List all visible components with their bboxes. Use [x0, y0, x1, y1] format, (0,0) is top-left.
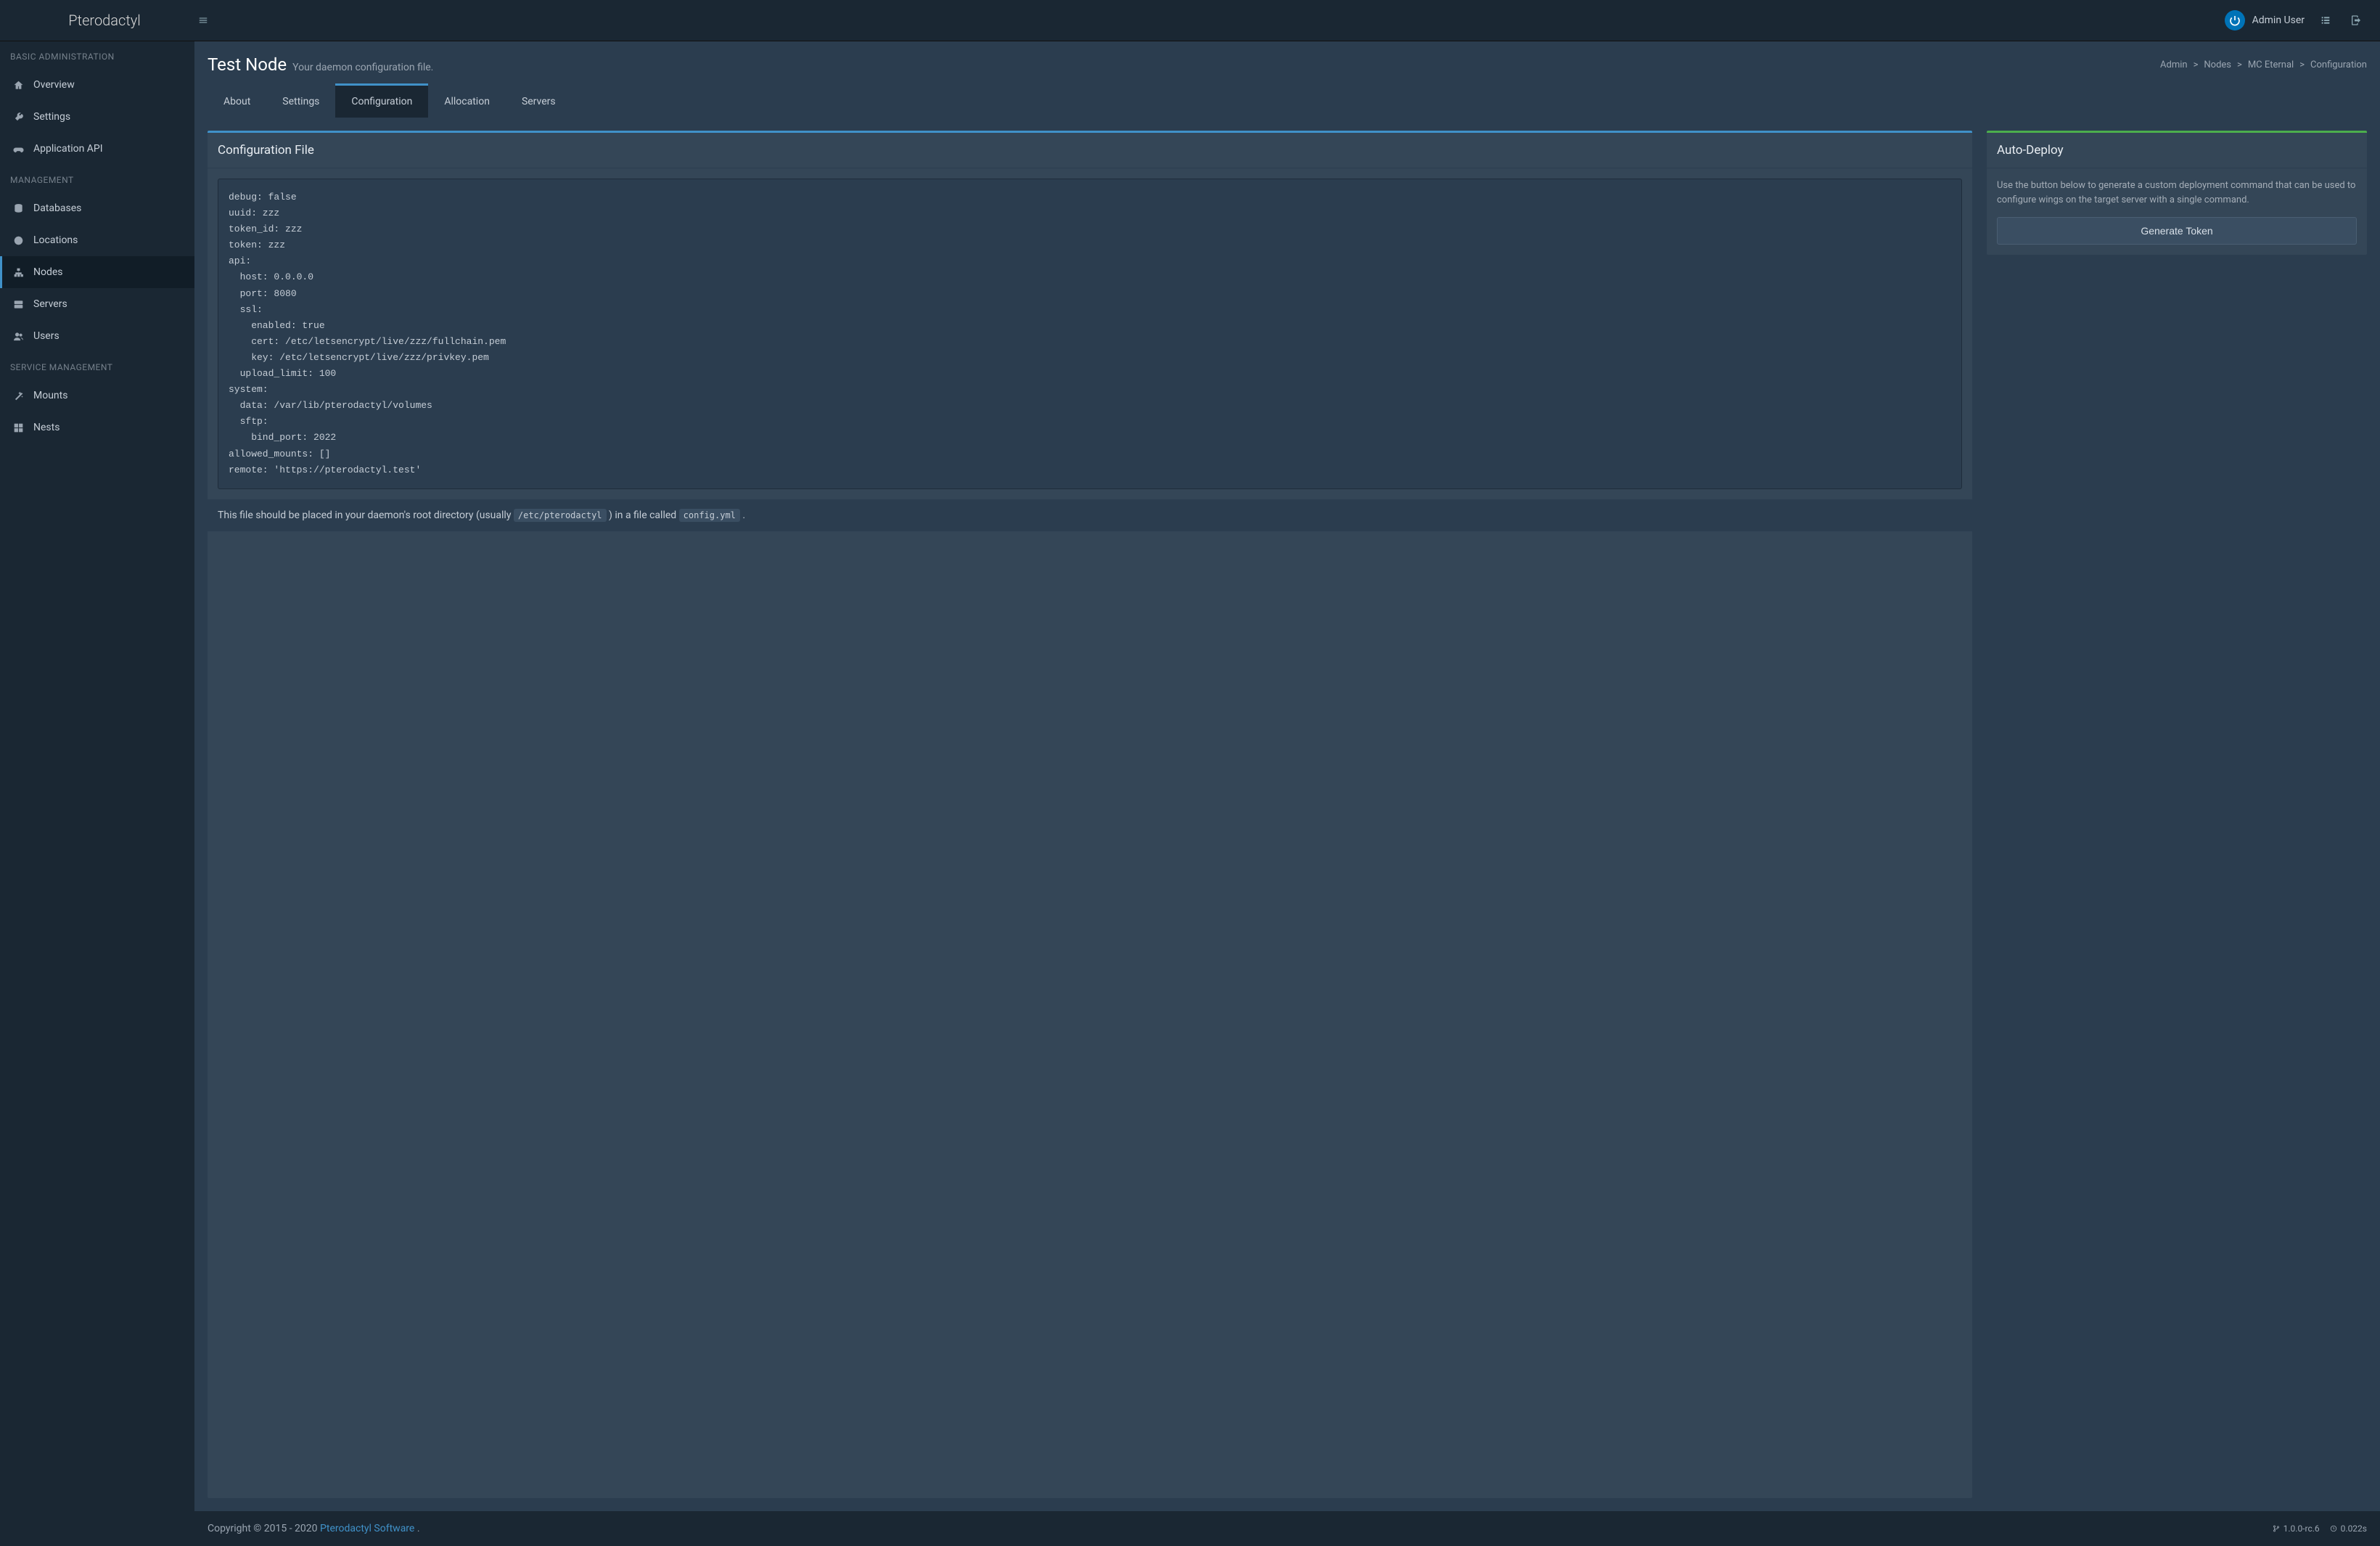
sidebar-item-overview[interactable]: Overview — [0, 69, 194, 101]
deploy-help-text: Use the button below to generate a custo… — [1997, 179, 2357, 207]
breadcrumb: Admin > Nodes > MC Eternal > Configuration — [2160, 60, 2367, 70]
globe-icon — [12, 235, 25, 246]
breadcrumb-separator: > — [2299, 60, 2305, 70]
sidebar-item-application-api[interactable]: Application API — [0, 133, 194, 165]
code-branch-icon — [2273, 1525, 2280, 1532]
sidebar-item-label: Overview — [33, 79, 75, 91]
sidebar-item-nodes[interactable]: Nodes — [0, 256, 194, 288]
copyright-pre: Copyright © 2015 - 2020 — [208, 1523, 320, 1534]
home-icon — [12, 80, 25, 91]
sidebar-item-users[interactable]: Users — [0, 320, 194, 352]
top-header: Pterodactyl Admin User — [0, 0, 2380, 41]
th-large-icon — [12, 422, 25, 433]
auto-deploy-panel: Auto-Deploy Use the button below to gene… — [1987, 131, 2367, 255]
breadcrumb-item[interactable]: Admin — [2160, 60, 2188, 70]
users-icon — [12, 331, 25, 342]
sidebar-item-mounts[interactable]: Mounts — [0, 380, 194, 412]
footer-version: 1.0.0-rc.6 — [2273, 1523, 2320, 1534]
list-icon — [2320, 15, 2331, 26]
sidebar-item-label: Locations — [33, 234, 78, 246]
clock-icon — [2330, 1525, 2337, 1532]
sidebar-section-header: MANAGEMENT — [0, 165, 194, 192]
sidebar-item-locations[interactable]: Locations — [0, 224, 194, 256]
power-icon — [2229, 15, 2241, 26]
gamepad-icon — [12, 144, 25, 155]
sitemap-icon — [12, 267, 25, 278]
sidebar-item-label: Nests — [33, 422, 60, 433]
avatar — [2225, 10, 2245, 30]
bars-icon — [198, 15, 208, 25]
sidebar-item-databases[interactable]: Databases — [0, 192, 194, 224]
tab-settings[interactable]: Settings — [266, 83, 335, 118]
wrench-icon — [12, 112, 25, 123]
sidebar-item-label: Servers — [33, 298, 67, 310]
main-content: Test Node Your daemon configuration file… — [194, 41, 2380, 1546]
footer-time: 0.022s — [2330, 1523, 2367, 1534]
config-panel-title: Configuration File — [208, 133, 1972, 168]
tabs: AboutSettingsConfigurationAllocationServ… — [194, 83, 2380, 118]
config-code-block[interactable]: debug: false uuid: zzz token_id: zzz tok… — [218, 179, 1962, 489]
sidebar-item-nests[interactable]: Nests — [0, 412, 194, 443]
breadcrumb-separator: > — [2237, 60, 2242, 70]
page-subtitle: Your daemon configuration file. — [292, 62, 433, 73]
footer-text-pre: This file should be placed in your daemo… — [218, 510, 514, 521]
breadcrumb-item[interactable]: MC Eternal — [2248, 60, 2294, 70]
tab-about[interactable]: About — [208, 83, 266, 118]
magic-icon — [12, 390, 25, 401]
database-icon — [12, 203, 25, 214]
exit-admin-button[interactable] — [2316, 11, 2335, 30]
sidebar-item-label: Databases — [33, 203, 81, 214]
copyright-link[interactable]: Pterodactyl Software — [320, 1523, 414, 1534]
breadcrumb-item: Configuration — [2310, 60, 2367, 70]
footer-code-path: /etc/pterodactyl — [514, 509, 607, 522]
sidebar-item-label: Mounts — [33, 390, 67, 401]
logout-button[interactable] — [2347, 11, 2365, 30]
version-text: 1.0.0-rc.6 — [2283, 1523, 2320, 1534]
footer-code-filename: config.yml — [679, 509, 740, 522]
brand-logo[interactable]: Pterodactyl — [15, 12, 194, 29]
time-text: 0.022s — [2341, 1523, 2367, 1534]
sidebar-section-header: SERVICE MANAGEMENT — [0, 352, 194, 380]
user-name: Admin User — [2252, 15, 2305, 26]
sidebar-item-label: Settings — [33, 111, 70, 123]
sidebar-item-label: Nodes — [33, 266, 63, 278]
tab-configuration[interactable]: Configuration — [335, 83, 428, 118]
generate-token-button[interactable]: Generate Token — [1997, 217, 2357, 245]
page-title: Test Node — [208, 54, 287, 75]
tab-servers[interactable]: Servers — [506, 83, 572, 118]
sidebar: BASIC ADMINISTRATION Overview Settings Appl… — [0, 41, 194, 1546]
footer-text-post: . — [742, 510, 745, 521]
user-menu[interactable]: Admin User — [2225, 10, 2305, 30]
copyright-post: . — [417, 1523, 420, 1534]
tab-allocation[interactable]: Allocation — [428, 83, 506, 118]
breadcrumb-separator: > — [2194, 60, 2199, 70]
breadcrumb-item[interactable]: Nodes — [2204, 60, 2231, 70]
config-panel-footer: This file should be placed in your daemo… — [208, 499, 1972, 531]
sidebar-item-label: Application API — [33, 143, 103, 155]
deploy-panel-title: Auto-Deploy — [1987, 133, 2367, 168]
server-icon — [12, 299, 25, 310]
sidebar-section-header: BASIC ADMINISTRATION — [0, 41, 194, 69]
sidebar-item-label: Users — [33, 330, 60, 342]
page-title-wrap: Test Node Your daemon configuration file… — [208, 54, 433, 75]
config-file-panel: Configuration File debug: false uuid: zz… — [208, 131, 1972, 1498]
footer-text-mid: ) in a file called — [609, 510, 679, 521]
footer: Copyright © 2015 - 2020 Pterodactyl Soft… — [194, 1511, 2380, 1546]
sidebar-item-settings[interactable]: Settings — [0, 101, 194, 133]
sidebar-item-servers[interactable]: Servers — [0, 288, 194, 320]
sign-out-icon — [2350, 15, 2362, 26]
sidebar-toggle[interactable] — [194, 12, 212, 29]
